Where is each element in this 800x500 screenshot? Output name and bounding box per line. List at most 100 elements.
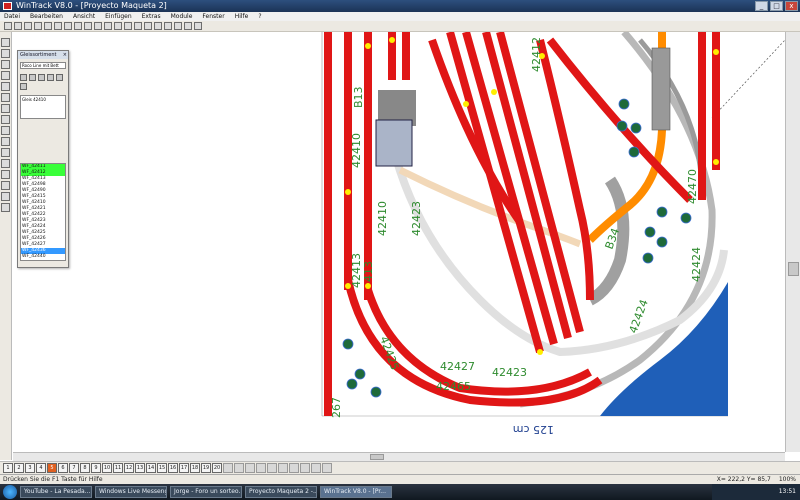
- layer-tab[interactable]: 9: [91, 463, 101, 473]
- menu-module[interactable]: Module: [171, 12, 193, 21]
- layer-tab[interactable]: 12: [124, 463, 134, 473]
- scroll-thumb[interactable]: [788, 262, 799, 276]
- mirror-icon[interactable]: [29, 74, 36, 81]
- track-library-panel[interactable]: Gleissortiment × Roco Line mit Bett Gleis…: [17, 50, 69, 268]
- menu-hilfe[interactable]: Hilfe: [235, 12, 249, 21]
- delete-icon[interactable]: [1, 203, 10, 212]
- horizontal-scrollbar[interactable]: [13, 452, 785, 461]
- paste-icon[interactable]: [1, 192, 10, 201]
- grid-icon[interactable]: [164, 22, 172, 30]
- zoom-in-icon[interactable]: [1, 82, 10, 91]
- vertical-scrollbar[interactable]: [785, 32, 800, 452]
- layer-tab[interactable]: 8: [80, 463, 90, 473]
- delete-icon[interactable]: [154, 22, 162, 30]
- layer-tab[interactable]: 5: [47, 463, 57, 473]
- copy-icon[interactable]: [1, 181, 10, 190]
- menu-einfuegen[interactable]: Einfügen: [105, 12, 131, 21]
- menu-bearbeiten[interactable]: Bearbeiten: [30, 12, 63, 21]
- layer-slot[interactable]: [322, 463, 332, 473]
- redo-icon[interactable]: [114, 22, 122, 30]
- layer-tab[interactable]: 1: [3, 463, 13, 473]
- print-icon[interactable]: [34, 22, 42, 30]
- taskbar-button[interactable]: Proyecto Maqueta 2 -...: [245, 486, 317, 498]
- layer-tab[interactable]: 7: [69, 463, 79, 473]
- layer-tab[interactable]: 3: [25, 463, 35, 473]
- layer-tab[interactable]: 6: [58, 463, 68, 473]
- layer-slot[interactable]: [267, 463, 277, 473]
- panel-close-icon[interactable]: ×: [63, 51, 67, 59]
- select-icon[interactable]: [1, 104, 10, 113]
- open-icon[interactable]: [1, 49, 10, 58]
- taskbar-button[interactable]: Windows Live Messeng...: [95, 486, 167, 498]
- save-icon[interactable]: [24, 22, 32, 30]
- layer-slot[interactable]: [311, 463, 321, 473]
- close-button[interactable]: x: [785, 1, 798, 11]
- start-button[interactable]: [3, 485, 17, 499]
- drawing-canvas[interactable]: 42410 42412 42413 42423 42424 42425 4242…: [13, 29, 786, 452]
- menu-about[interactable]: ?: [258, 12, 261, 21]
- rotate-icon[interactable]: [74, 22, 82, 30]
- scroll-thumb[interactable]: [370, 454, 384, 460]
- layer-slot[interactable]: [245, 463, 255, 473]
- help-icon[interactable]: [194, 22, 202, 30]
- zoom-out-icon[interactable]: [54, 22, 62, 30]
- menu-ansicht[interactable]: Ansicht: [73, 12, 95, 21]
- mirror-icon[interactable]: [1, 126, 10, 135]
- layer-slot[interactable]: [234, 463, 244, 473]
- layer-slot[interactable]: [256, 463, 266, 473]
- measure-icon[interactable]: [184, 22, 192, 30]
- info-icon[interactable]: [20, 83, 27, 90]
- layer-tab[interactable]: 18: [190, 463, 200, 473]
- copy-icon[interactable]: [134, 22, 142, 30]
- layer-slot[interactable]: [300, 463, 310, 473]
- layer-slot[interactable]: [223, 463, 233, 473]
- layer-tab[interactable]: 17: [179, 463, 189, 473]
- layer-icon[interactable]: [174, 22, 182, 30]
- redo-icon[interactable]: [1, 159, 10, 168]
- save-icon[interactable]: [1, 60, 10, 69]
- cut-icon[interactable]: [1, 170, 10, 179]
- layer-tab[interactable]: 11: [113, 463, 123, 473]
- insert-icon[interactable]: [47, 74, 54, 81]
- rotate-icon[interactable]: [1, 115, 10, 124]
- track-list-item[interactable]: WF_42440: [21, 254, 65, 260]
- taskbar-button[interactable]: Jorge - Foro un sorteo...: [170, 486, 242, 498]
- menu-datei[interactable]: Datei: [4, 12, 20, 21]
- undo-icon[interactable]: [104, 22, 112, 30]
- select-icon[interactable]: [64, 22, 72, 30]
- flip-icon[interactable]: [38, 74, 45, 81]
- print-icon[interactable]: [1, 71, 10, 80]
- track-list[interactable]: WF_42411 WF_42412 WF_42413 WF_42498 WF_42490…: [20, 163, 66, 261]
- undo-icon[interactable]: [1, 148, 10, 157]
- menu-fenster[interactable]: Fenster: [202, 12, 224, 21]
- zoom-in-icon[interactable]: [44, 22, 52, 30]
- open-icon[interactable]: [14, 22, 22, 30]
- filter-icon[interactable]: [56, 74, 63, 81]
- layer-slot[interactable]: [289, 463, 299, 473]
- taskbar-button[interactable]: YouTube - La Pesada...: [20, 486, 92, 498]
- layer-tab[interactable]: 15: [157, 463, 167, 473]
- move-icon[interactable]: [1, 137, 10, 146]
- layer-slot[interactable]: [278, 463, 288, 473]
- cut-icon[interactable]: [124, 22, 132, 30]
- layer-tab[interactable]: 19: [201, 463, 211, 473]
- new-icon[interactable]: [4, 22, 12, 30]
- layer-tab[interactable]: 2: [14, 463, 24, 473]
- system-select[interactable]: Roco Line mit Bett: [20, 62, 66, 69]
- layer-tab[interactable]: 13: [135, 463, 145, 473]
- move-icon[interactable]: [94, 22, 102, 30]
- new-icon[interactable]: [1, 38, 10, 47]
- mirror-icon[interactable]: [84, 22, 92, 30]
- menu-extras[interactable]: Extras: [142, 12, 161, 21]
- layer-tab[interactable]: 16: [168, 463, 178, 473]
- taskbar-button[interactable]: WinTrack V8.0 - [Pr...: [320, 486, 392, 498]
- layer-tab[interactable]: 4: [36, 463, 46, 473]
- minimize-button[interactable]: _: [755, 1, 768, 11]
- layer-tab[interactable]: 10: [102, 463, 112, 473]
- rotate-icon[interactable]: [20, 74, 27, 81]
- maximize-button[interactable]: □: [770, 1, 783, 11]
- layer-tab[interactable]: 20: [212, 463, 222, 473]
- paste-icon[interactable]: [144, 22, 152, 30]
- zoom-out-icon[interactable]: [1, 93, 10, 102]
- layer-tab[interactable]: 14: [146, 463, 156, 473]
